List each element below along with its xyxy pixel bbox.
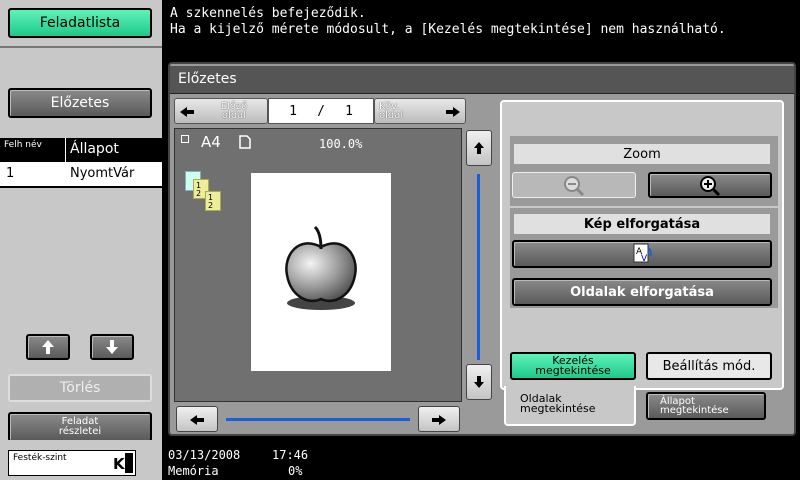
arrow-left-icon bbox=[180, 107, 194, 117]
zoom-in-icon bbox=[700, 176, 721, 196]
rotate-icon: AV bbox=[633, 243, 652, 264]
job-list-button[interactable]: Feladatlista bbox=[8, 8, 152, 38]
vertical-scrollbar[interactable] bbox=[464, 128, 494, 402]
arrow-right-icon bbox=[446, 107, 460, 117]
toner-color-label: K bbox=[113, 455, 125, 473]
next-page-button[interactable]: Köv. oldal bbox=[374, 98, 466, 124]
zoom-level: 100.0% bbox=[319, 137, 363, 151]
status-date: 03/13/2008 bbox=[168, 448, 241, 462]
prev-page-label: Előző oldal bbox=[220, 101, 248, 121]
preview-button[interactable]: Előzetes bbox=[8, 88, 152, 118]
next-page-label: Köv. oldal bbox=[379, 101, 404, 121]
paper-size: A4 bbox=[201, 133, 221, 151]
multi-page-icon: 12 12 bbox=[185, 171, 225, 211]
cell-user: 1 bbox=[6, 166, 15, 181]
arrow-down-icon bbox=[474, 376, 484, 388]
tab-status-view-label: Állapot megtekintése bbox=[660, 396, 729, 416]
table-row[interactable]: 1 NyomtVár bbox=[0, 162, 162, 188]
arrow-down-icon bbox=[106, 340, 118, 354]
arrow-up-icon bbox=[474, 142, 484, 154]
check-operation-label: Kezelés megtekintése bbox=[535, 354, 611, 377]
message-line-1: A szkennelés befejeződik. bbox=[170, 6, 366, 21]
portrait-icon bbox=[239, 135, 251, 149]
memory-label: Memória bbox=[168, 464, 219, 478]
message-line-2: Ha a kijelző mérete módosult, a [Kezelés… bbox=[170, 22, 726, 37]
job-table-header: Felh név Állapot bbox=[0, 138, 162, 162]
rotate-image-label: Kép elforgatása bbox=[514, 214, 770, 234]
rotate-image-button[interactable]: AV bbox=[512, 240, 772, 268]
arrow-right-icon bbox=[432, 415, 446, 425]
delete-button[interactable]: Törlés bbox=[8, 374, 152, 402]
tab-page-view-label: Oldalak megtekintése bbox=[520, 392, 596, 415]
job-details-button[interactable]: Feladat részletei bbox=[8, 412, 152, 442]
check-operation-button[interactable]: Kezelés megtekintése bbox=[510, 352, 636, 380]
cell-status: NyomtVár bbox=[70, 166, 135, 181]
scroll-left-button[interactable] bbox=[176, 406, 218, 432]
page-counter: 1 / 1 bbox=[268, 98, 374, 124]
preview-button-label: Előzetes bbox=[50, 95, 110, 111]
total-pages: 1 bbox=[345, 103, 353, 119]
scroll-up-button[interactable] bbox=[26, 334, 70, 360]
arrow-left-icon bbox=[190, 415, 204, 425]
status-time: 17:46 bbox=[272, 448, 309, 462]
zoom-label: Zoom bbox=[514, 144, 770, 164]
scroll-down-arrow-button[interactable] bbox=[466, 364, 492, 400]
column-header-user: Felh név bbox=[0, 138, 66, 162]
settings-mod-label: Beállítás mód. bbox=[662, 358, 756, 374]
prev-page-button[interactable]: Előző oldal bbox=[174, 98, 268, 124]
left-sidebar: Feladatlista Előzetes Felh név Állapot 1… bbox=[0, 0, 162, 442]
apple-image bbox=[285, 225, 357, 310]
tab-status-view[interactable]: Állapot megtekintése bbox=[646, 392, 766, 420]
scroll-up-arrow-button[interactable] bbox=[466, 130, 492, 166]
zoom-out-button[interactable] bbox=[512, 172, 636, 198]
message-area: A szkennelés befejeződik. Ha a kijelző m… bbox=[162, 0, 800, 52]
toner-area: Festék-szint K bbox=[0, 440, 162, 480]
job-list-label: Feladatlista bbox=[39, 15, 121, 31]
rotate-pages-button[interactable]: Oldalak elforgatása bbox=[512, 278, 772, 306]
job-details-label: Feladat részletei bbox=[58, 416, 102, 437]
scroll-track[interactable] bbox=[477, 174, 480, 360]
svg-text:V: V bbox=[641, 254, 648, 264]
column-header-status: Állapot bbox=[70, 141, 119, 157]
toner-level-bar bbox=[125, 453, 133, 473]
scroll-right-button[interactable] bbox=[418, 406, 460, 432]
toner-indicator: Festék-szint K bbox=[8, 450, 136, 476]
zoom-out-icon bbox=[564, 176, 585, 196]
page-thumbnail bbox=[251, 173, 391, 371]
arrow-up-icon bbox=[42, 340, 54, 354]
rotate-pages-label: Oldalak elforgatása bbox=[570, 284, 714, 300]
divider bbox=[0, 46, 162, 48]
horizontal-scrollbar[interactable] bbox=[174, 404, 462, 434]
scroll-track-horizontal[interactable] bbox=[226, 418, 410, 421]
settings-mod-button[interactable]: Beállítás mód. bbox=[646, 352, 772, 380]
current-page: 1 bbox=[289, 103, 297, 119]
page-separator: / bbox=[317, 103, 325, 119]
delete-label: Törlés bbox=[59, 380, 101, 396]
memory-value: 0% bbox=[288, 464, 303, 478]
zoom-in-button[interactable] bbox=[648, 172, 772, 198]
tab-page-view[interactable]: Oldalak megtekintése bbox=[504, 386, 636, 426]
scroll-down-button[interactable] bbox=[90, 334, 134, 360]
panel-title: Előzetes bbox=[170, 66, 794, 94]
preview-viewport[interactable]: A4 100.0% 12 12 bbox=[174, 128, 462, 402]
sheet-icon bbox=[181, 135, 189, 143]
toner-label: Festék-szint bbox=[13, 453, 67, 463]
status-bar: 03/13/2008 17:46 Memória 0% bbox=[162, 440, 800, 480]
